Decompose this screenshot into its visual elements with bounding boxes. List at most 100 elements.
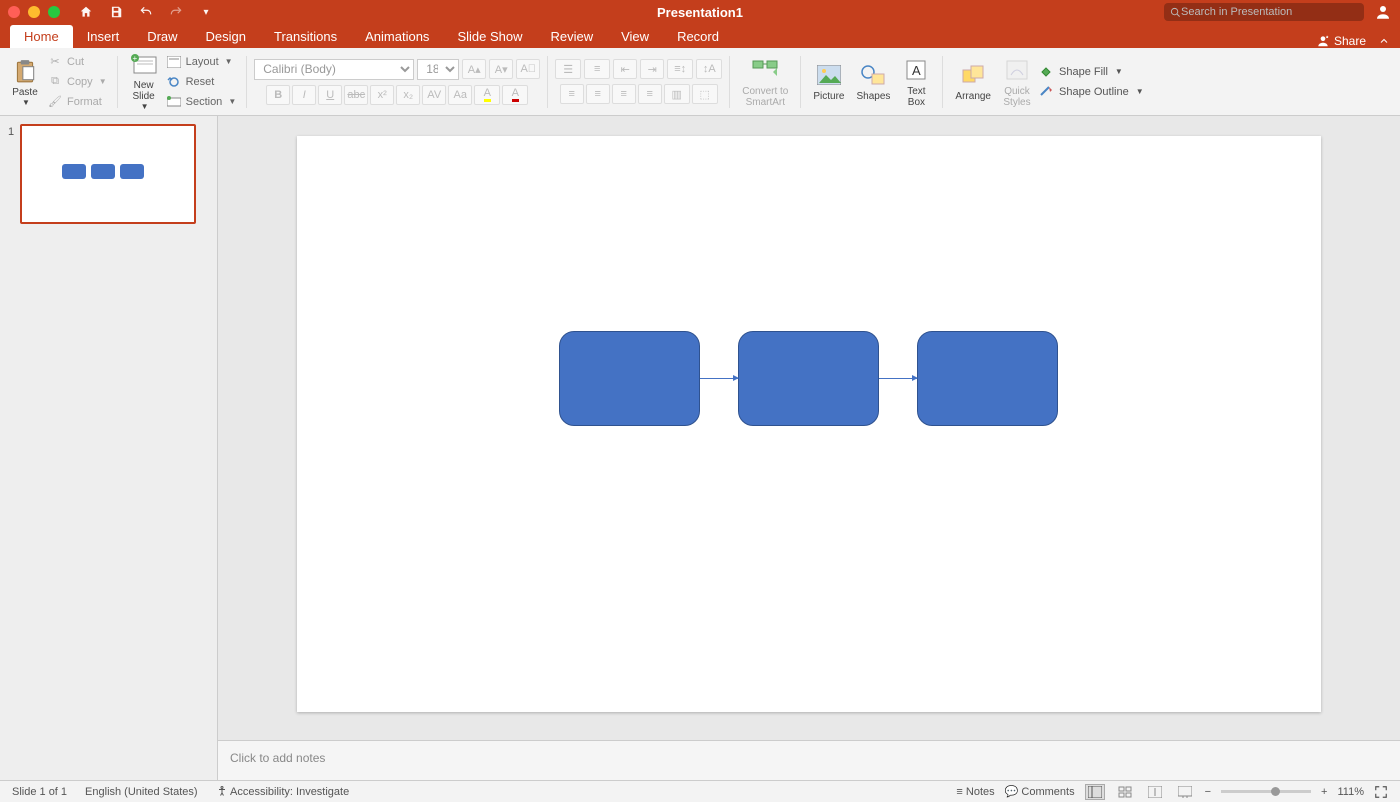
- text-direction-button[interactable]: ↕A: [696, 59, 722, 79]
- paste-icon: [11, 57, 39, 85]
- thumb-shape: [62, 164, 86, 179]
- accessibility-status[interactable]: Accessibility: Investigate: [216, 785, 350, 798]
- tab-transitions[interactable]: Transitions: [260, 25, 351, 48]
- language-status[interactable]: English (United States): [85, 786, 198, 798]
- rounded-rect-shape-3[interactable]: [917, 331, 1058, 426]
- user-icon[interactable]: [1374, 3, 1392, 21]
- increase-indent-button[interactable]: ⇥: [640, 59, 664, 79]
- search-input[interactable]: [1181, 6, 1358, 18]
- shape-fill-button[interactable]: Shape Fill▼: [1038, 64, 1144, 80]
- font-size-select[interactable]: 18: [417, 59, 459, 80]
- slide-1[interactable]: [297, 136, 1321, 712]
- connector-arrow-2[interactable]: [879, 378, 917, 379]
- share-icon: +: [1316, 34, 1330, 48]
- minimize-window-button[interactable]: [28, 6, 40, 18]
- subscript-button[interactable]: x₂: [396, 85, 420, 105]
- sorter-view-button[interactable]: [1115, 784, 1135, 800]
- picture-label: Picture: [813, 91, 844, 102]
- tab-view[interactable]: View: [607, 25, 663, 48]
- zoom-out-button[interactable]: −: [1205, 786, 1211, 798]
- zoom-slider[interactable]: [1221, 790, 1311, 793]
- quick-styles-button[interactable]: Quick Styles: [998, 50, 1036, 113]
- slide-canvas[interactable]: [218, 116, 1400, 740]
- search-box[interactable]: [1164, 3, 1364, 21]
- cut-button[interactable]: ✂Cut: [44, 53, 110, 71]
- zoom-level[interactable]: 111%: [1337, 786, 1364, 798]
- copy-button[interactable]: ⧉Copy▼: [44, 73, 110, 91]
- maximize-window-button[interactable]: [48, 6, 60, 18]
- superscript-button[interactable]: x²: [370, 85, 394, 105]
- tab-review[interactable]: Review: [536, 25, 607, 48]
- numbering-button[interactable]: ≡: [584, 59, 610, 79]
- traffic-lights: [8, 6, 60, 18]
- tab-design[interactable]: Design: [192, 25, 260, 48]
- line-spacing-button[interactable]: ≡↕: [667, 59, 693, 79]
- fit-window-button[interactable]: [1374, 785, 1388, 799]
- font-name-select[interactable]: Calibri (Body): [254, 59, 414, 80]
- home-icon[interactable]: [78, 4, 94, 20]
- decrease-indent-button[interactable]: ⇤: [613, 59, 637, 79]
- zoom-in-button[interactable]: +: [1321, 786, 1327, 798]
- close-window-button[interactable]: [8, 6, 20, 18]
- textbox-button[interactable]: A Text Box: [897, 50, 935, 113]
- italic-button[interactable]: I: [292, 85, 316, 105]
- underline-button[interactable]: U: [318, 85, 342, 105]
- paste-button[interactable]: Paste ▼: [6, 50, 44, 113]
- tab-animations[interactable]: Animations: [351, 25, 443, 48]
- outline-icon: [1038, 84, 1054, 100]
- align-right-button[interactable]: ≡: [612, 84, 636, 104]
- font-color-button[interactable]: A: [502, 85, 528, 105]
- format-painter-button[interactable]: 🖌Format: [44, 93, 110, 111]
- comments-toggle[interactable]: 💬 Comments: [1005, 785, 1075, 798]
- rounded-rect-shape-2[interactable]: [738, 331, 879, 426]
- slideshow-view-button[interactable]: [1175, 784, 1195, 800]
- strike-button[interactable]: abc: [344, 85, 368, 105]
- connector-arrow-1[interactable]: [700, 378, 738, 379]
- slide-thumbnail-1[interactable]: [20, 124, 196, 224]
- arrange-button[interactable]: Arrange: [950, 50, 996, 113]
- section-button[interactable]: Section▼: [163, 93, 240, 111]
- slide-counter[interactable]: Slide 1 of 1: [12, 786, 67, 798]
- quick-styles-label: Quick Styles: [1003, 86, 1030, 108]
- clear-format-button[interactable]: A⃠: [516, 59, 540, 79]
- reading-view-button[interactable]: [1145, 784, 1165, 800]
- highlight-button[interactable]: A: [474, 85, 500, 105]
- normal-view-button[interactable]: [1085, 784, 1105, 800]
- tab-slideshow[interactable]: Slide Show: [443, 25, 536, 48]
- shape-outline-button[interactable]: Shape Outline▼: [1038, 84, 1144, 100]
- undo-icon[interactable]: [138, 4, 154, 20]
- tab-record[interactable]: Record: [663, 25, 733, 48]
- tab-insert[interactable]: Insert: [73, 25, 134, 48]
- bullets-button[interactable]: ☰: [555, 59, 581, 79]
- ribbon-tabs: Home Insert Draw Design Transitions Anim…: [0, 24, 1400, 48]
- qat-customize-icon[interactable]: ▾: [198, 4, 214, 20]
- align-text-button[interactable]: ⬚: [692, 84, 718, 104]
- increase-font-button[interactable]: A▴: [462, 59, 486, 79]
- tab-draw[interactable]: Draw: [133, 25, 191, 48]
- decrease-font-button[interactable]: A▾: [489, 59, 513, 79]
- layout-button[interactable]: Layout▼: [163, 53, 240, 71]
- align-left-button[interactable]: ≡: [560, 84, 584, 104]
- picture-button[interactable]: Picture: [808, 50, 849, 113]
- tab-home[interactable]: Home: [10, 25, 73, 48]
- copy-icon: ⧉: [47, 74, 63, 90]
- save-icon[interactable]: [108, 4, 124, 20]
- notes-toggle[interactable]: ≡ Notes: [956, 786, 994, 798]
- bold-button[interactable]: B: [266, 85, 290, 105]
- share-button[interactable]: + Share: [1316, 34, 1390, 48]
- notes-pane[interactable]: Click to add notes: [218, 740, 1400, 780]
- thumb-shape: [120, 164, 144, 179]
- convert-smartart-button[interactable]: Convert to SmartArt: [737, 50, 793, 113]
- justify-button[interactable]: ≡: [638, 84, 662, 104]
- change-case-button[interactable]: Aa: [448, 85, 472, 105]
- redo-icon[interactable]: [168, 4, 184, 20]
- columns-button[interactable]: ▥: [664, 84, 690, 104]
- shapes-button[interactable]: Shapes: [852, 50, 896, 113]
- collapse-ribbon-icon[interactable]: [1378, 35, 1390, 47]
- rounded-rect-shape-1[interactable]: [559, 331, 700, 426]
- new-slide-icon: +: [130, 52, 158, 78]
- new-slide-button[interactable]: + New Slide ▼: [125, 50, 163, 113]
- align-center-button[interactable]: ≡: [586, 84, 610, 104]
- reset-button[interactable]: Reset: [163, 73, 240, 91]
- char-spacing-button[interactable]: AV: [422, 85, 446, 105]
